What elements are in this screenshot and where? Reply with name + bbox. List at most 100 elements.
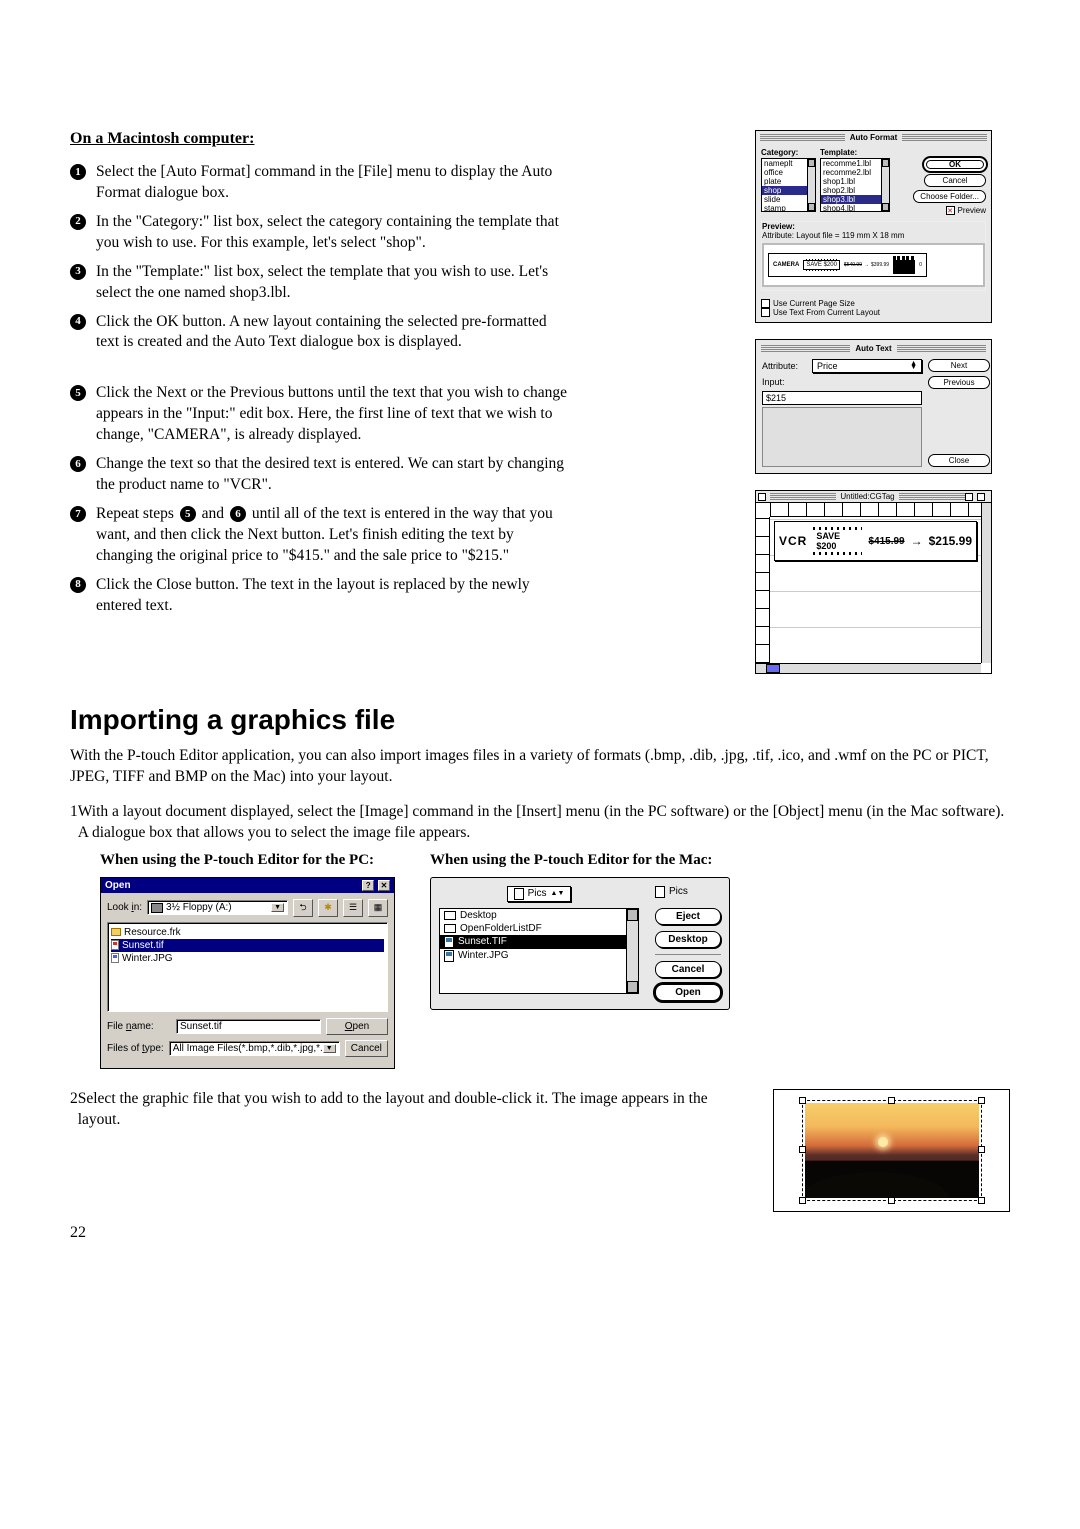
list-item[interactable]: recomme1.lbl (821, 159, 889, 168)
input-field[interactable]: $215 (762, 391, 922, 405)
collapse-icon[interactable] (977, 493, 985, 501)
use-text-from-checkbox[interactable]: Use Text From Current Layout (761, 308, 986, 317)
eject-button[interactable]: Eject (655, 908, 721, 925)
step-5: 5 Click the Next or the Previous buttons… (70, 383, 570, 446)
close-button[interactable]: Close (928, 454, 990, 467)
pc-heading: When using the P-touch Editor for the PC… (100, 852, 400, 869)
choose-folder-button[interactable]: Choose Folder... (913, 190, 986, 203)
import-step-2-text: Select the graphic file that you wish to… (78, 1089, 743, 1131)
cancel-button[interactable]: Cancel (345, 1040, 388, 1057)
auto-text-dialog: Auto Text Attribute: Price ▲▼ I (755, 339, 992, 474)
bullet-1: 1 (70, 802, 78, 844)
attribute-label: Attribute: (762, 361, 806, 371)
resize-handle[interactable] (799, 1097, 806, 1104)
scrollbar[interactable] (881, 159, 889, 211)
bullet-2: 2 (70, 1089, 78, 1131)
ruler-horizontal (770, 503, 981, 517)
dropdown-icon[interactable]: ▼ (323, 1044, 336, 1053)
ok-button[interactable]: OK (924, 158, 986, 171)
attribute-line: Attribute: Layout file = 119 mm X 18 mm (762, 231, 985, 240)
image-selection[interactable] (802, 1100, 982, 1201)
dialog-titlebar: Auto Format (756, 131, 991, 144)
use-current-page-checkbox[interactable]: Use Current Page Size (761, 299, 986, 308)
open-button[interactable]: Open (326, 1018, 388, 1035)
details-view-button[interactable]: ▦ (368, 899, 388, 917)
folder-popup[interactable]: Pics ▲▼ (507, 886, 572, 902)
arrow-icon: → (911, 534, 923, 548)
window-titlebar: Untitled:CGTag (756, 491, 991, 503)
lookin-combo[interactable]: 3½ Floppy (A:) ▼ (147, 900, 288, 915)
drive-label: Pics (655, 886, 688, 898)
up-folder-button[interactable]: ⮌ (293, 899, 313, 917)
dialog-titlebar: Open ? ✕ (101, 878, 394, 893)
resize-handle[interactable] (978, 1097, 985, 1104)
cancel-button[interactable]: Cancel (655, 961, 721, 978)
help-icon[interactable]: ? (362, 880, 374, 891)
drive-icon (151, 903, 163, 913)
scrollbar[interactable] (807, 159, 815, 211)
windows-open-dialog: Open ? ✕ Look in: 3½ Floppy (A:) ▼ ⮌ (100, 877, 395, 1069)
list-item[interactable]: shop1.lbl (821, 177, 889, 186)
zoom-icon[interactable] (965, 493, 973, 501)
step-7-text: Repeat steps 5 and 6 until all of the te… (96, 504, 570, 567)
new-folder-button[interactable]: ✱ (318, 899, 338, 917)
scrollbar-horizontal[interactable] (756, 663, 981, 673)
step-8: 8 Click the Close button. The text in th… (70, 575, 570, 617)
close-icon[interactable] (758, 493, 766, 501)
inline-bullet-6: 6 (230, 506, 246, 522)
step-4: 4 Click the OK button. A new layout cont… (70, 312, 570, 354)
file-icon (111, 953, 119, 963)
mac-open-dialog: Pics ▲▼ Desktop OpenFolderListDF Sunset.… (430, 877, 730, 1010)
list-item[interactable]: recomme2.lbl (821, 168, 889, 177)
section-heading: Importing a graphics file (70, 704, 1010, 736)
category-listbox[interactable]: namepltofficeplateshopslidestampvideo (761, 158, 816, 212)
file-list[interactable]: Desktop OpenFolderListDF Sunset.TIF Wint… (439, 908, 639, 994)
step-7: 7 Repeat steps 5 and 6 until all of the … (70, 504, 570, 567)
resize-handle[interactable] (978, 1197, 985, 1204)
preview-checkbox[interactable]: ✕ Preview (946, 206, 986, 215)
file-list[interactable]: Resource.frk Sunset.tif Winter.JPG (107, 922, 388, 1012)
resize-handle[interactable] (888, 1197, 895, 1204)
filename-input[interactable]: Sunset.tif (176, 1019, 321, 1034)
previous-button[interactable]: Previous (928, 376, 990, 389)
template-listbox[interactable]: recomme1.lblrecomme2.lblshop1.lblshop2.l… (820, 158, 890, 212)
scrollbar[interactable] (626, 909, 638, 993)
mac-heading: When using the P-touch Editor for the Ma… (430, 852, 1010, 869)
bullet-3: 3 (70, 264, 86, 280)
bullet-6: 6 (70, 456, 86, 472)
checkbox-icon (761, 299, 770, 308)
arrow-icon: → (864, 262, 869, 268)
desktop-button[interactable]: Desktop (655, 931, 721, 948)
canvas[interactable]: VCR SAVE $200 $415.99 → $215.99 (770, 517, 981, 663)
dropdown-icon[interactable]: ▼ (271, 903, 284, 912)
step-8-text: Click the Close button. The text in the … (96, 575, 570, 617)
import-step-1-text: With a layout document displayed, select… (78, 802, 1010, 844)
resize-handle[interactable] (888, 1097, 895, 1104)
step-3-text: In the "Template:" list box, select the … (96, 262, 570, 304)
attribute-select[interactable]: Price ▲▼ (812, 359, 922, 373)
label-new-price: $215.99 (929, 534, 972, 548)
open-button[interactable]: Open (655, 984, 721, 1001)
filetype-combo[interactable]: All Image Files(*.bmp,*.dib,*.jpg,*.gif,… (169, 1041, 340, 1056)
ruler-vertical (756, 517, 770, 663)
list-item[interactable]: shop4.lbl (821, 204, 889, 212)
sunset-image (805, 1103, 979, 1198)
dialog-titlebar: Auto Text (757, 342, 990, 355)
list-view-button[interactable]: ☰ (343, 899, 363, 917)
filename-label: File name: (107, 1021, 171, 1032)
lookin-label: Look in: (107, 902, 142, 913)
list-item[interactable]: shop2.lbl (821, 186, 889, 195)
step-3: 3 In the "Template:" list box, select th… (70, 262, 570, 304)
bullet-4: 4 (70, 314, 86, 330)
resize-handle[interactable] (799, 1146, 806, 1153)
bullet-5: 5 (70, 385, 86, 401)
list-item[interactable]: shop3.lbl (821, 195, 889, 204)
scrollbar-vertical[interactable] (981, 503, 991, 663)
input-label: Input: (762, 377, 806, 387)
resize-handle[interactable] (978, 1146, 985, 1153)
next-button[interactable]: Next (928, 359, 990, 372)
cancel-button[interactable]: Cancel (924, 174, 986, 187)
step-5-text: Click the Next or the Previous buttons u… (96, 383, 570, 446)
resize-handle[interactable] (799, 1197, 806, 1204)
close-icon[interactable]: ✕ (378, 880, 390, 891)
